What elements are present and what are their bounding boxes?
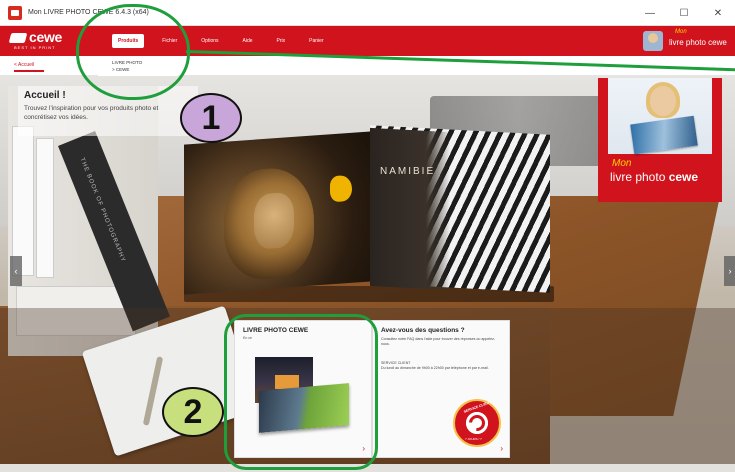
promo-prefix: Mon	[612, 158, 632, 169]
step-badge-1: 1	[180, 93, 242, 143]
promo-book	[630, 115, 698, 155]
highlight-ring-card	[224, 314, 378, 470]
book-page-title: NAMIBIE	[380, 166, 436, 177]
card-help-text: Consultez notre FAQ dans l'aide pour tro…	[381, 337, 496, 346]
app-icon	[8, 5, 22, 20]
black-book-title: THE BOOK OF PHOTOGRAPHY	[78, 157, 127, 264]
card-service-body: Du lundi au dimanche de 9h00 à 22h00 par…	[381, 366, 489, 370]
help-card[interactable]: Avez-vous des questions ? Consultez notr…	[372, 320, 510, 458]
breadcrumb-underline	[14, 70, 44, 72]
shelf-book	[36, 138, 54, 278]
promo-name-plain: livre photo	[610, 170, 669, 184]
service-badge-foot: 7 JOURS / 7	[465, 437, 482, 441]
close-button[interactable]: ✕	[701, 0, 735, 26]
brand-banner: Mon livre photo cewe	[639, 28, 729, 54]
logo-text: cewe	[29, 29, 63, 45]
promo-photo	[608, 78, 712, 155]
logo-tagline: BEST IN PRINT	[14, 45, 56, 50]
brand-prefix: Mon	[675, 29, 687, 35]
service-client-badge: SERVICE CLIENT 7 JOURS / 7	[453, 399, 501, 447]
minimize-button[interactable]: —	[633, 0, 667, 26]
carousel-prev-button[interactable]: ‹	[10, 256, 22, 286]
card-service-text: SERVICE CLIENT Du lundi au dimanche de 9…	[381, 361, 499, 371]
tab-prix[interactable]: Prix	[271, 34, 292, 48]
welcome-text: Trouvez l'inspiration pour vos produits …	[24, 105, 159, 121]
carousel-next-button[interactable]: ›	[724, 256, 735, 286]
breadcrumb-home[interactable]: < Accueil	[14, 62, 34, 68]
featured-photo-book[interactable]: NAMIBIE	[180, 125, 558, 306]
phone-icon	[465, 411, 489, 435]
app-window: Mon LIVRE PHOTO CEWE 6.4.3 (x64) — ☐ ✕ c…	[0, 0, 735, 472]
book-page-right-shade	[370, 127, 450, 291]
promo-banner[interactable]: Mon livre photo cewe	[598, 78, 722, 202]
promo-person-face	[650, 86, 676, 116]
brand-avatar	[643, 31, 663, 51]
promo-name-bold: cewe	[668, 170, 699, 184]
africa-map-icon	[330, 174, 352, 203]
card-help-arrow-icon[interactable]: ›	[500, 444, 503, 453]
tab-panier[interactable]: Panier	[303, 34, 329, 48]
book-page-left	[184, 131, 372, 295]
cewe-logo[interactable]: cewe BEST IN PRINT	[8, 29, 70, 53]
promo-name: livre photo cewe	[610, 170, 698, 184]
highlight-ring-menu	[76, 4, 190, 100]
maximize-button[interactable]: ☐	[667, 0, 701, 26]
window-controls: — ☐ ✕	[633, 0, 735, 26]
tab-options[interactable]: Options	[195, 34, 224, 48]
shelf-book	[12, 126, 34, 276]
service-badge-label: SERVICE CLIENT	[463, 400, 492, 414]
lion-face	[254, 191, 294, 250]
brand-name: livre photo cewe	[669, 38, 727, 47]
tab-aide[interactable]: Aide	[237, 34, 259, 48]
step-badge-2: 2	[162, 387, 224, 437]
logo-mark-icon	[8, 33, 28, 43]
card-help-title: Avez-vous des questions ?	[381, 327, 465, 334]
